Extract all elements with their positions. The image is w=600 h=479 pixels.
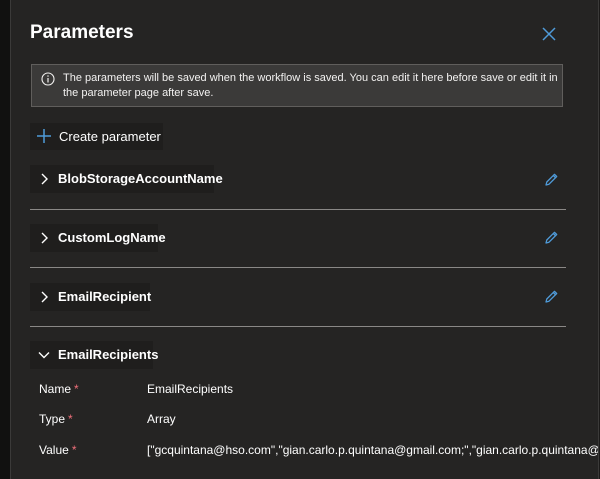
divider (30, 326, 566, 327)
value-field-value[interactable]: ["gcquintana@hso.com","gian.carlo.p.quin… (147, 443, 598, 457)
parameter-header-customlogname[interactable]: CustomLogName (30, 224, 166, 252)
parameter-name: CustomLogName (58, 230, 166, 245)
pencil-icon[interactable] (543, 230, 559, 246)
name-field-label: Name * (39, 382, 79, 396)
required-marker: * (74, 382, 79, 396)
divider (30, 267, 566, 268)
divider (30, 209, 566, 210)
value-label-text: Value (39, 443, 69, 457)
panel-title: Parameters (30, 22, 134, 43)
parameter-name: EmailRecipients (58, 347, 159, 362)
create-parameter-button[interactable]: Create parameter (30, 123, 163, 150)
chevron-right-icon (41, 291, 48, 303)
name-label-text: Name (39, 382, 72, 396)
type-field-value[interactable]: Array (147, 412, 176, 426)
parameter-header-emailrecipient[interactable]: EmailRecipient (30, 283, 152, 311)
info-banner: The parameters will be saved when the wo… (31, 64, 563, 107)
type-label-text: Type (39, 412, 66, 426)
parameters-panel: Parameters The parameters will be saved … (10, 0, 599, 479)
required-marker: * (71, 443, 77, 457)
parameter-name: EmailRecipient (58, 289, 152, 304)
pencil-icon[interactable] (543, 172, 559, 188)
info-message: The parameters will be saved when the wo… (63, 72, 558, 99)
info-icon (41, 72, 55, 86)
chevron-right-icon (41, 232, 48, 244)
type-field-label: Type * (39, 412, 73, 426)
required-marker: * (68, 412, 73, 426)
value-field-label: Value * (39, 443, 76, 457)
close-icon[interactable] (541, 26, 557, 42)
create-parameter-label: Create parameter (59, 129, 161, 144)
background-strip (0, 0, 10, 479)
parameter-name: BlobStorageAccountName (58, 171, 223, 186)
plus-icon (37, 129, 51, 143)
parameter-header-emailrecipients[interactable]: EmailRecipients (30, 341, 158, 369)
parameter-header-blobstorageaccountname[interactable]: BlobStorageAccountName (30, 165, 223, 193)
name-field-value[interactable]: EmailRecipients (147, 382, 233, 396)
chevron-right-icon (41, 173, 48, 185)
chevron-down-icon (38, 352, 50, 359)
pencil-icon[interactable] (543, 289, 559, 305)
